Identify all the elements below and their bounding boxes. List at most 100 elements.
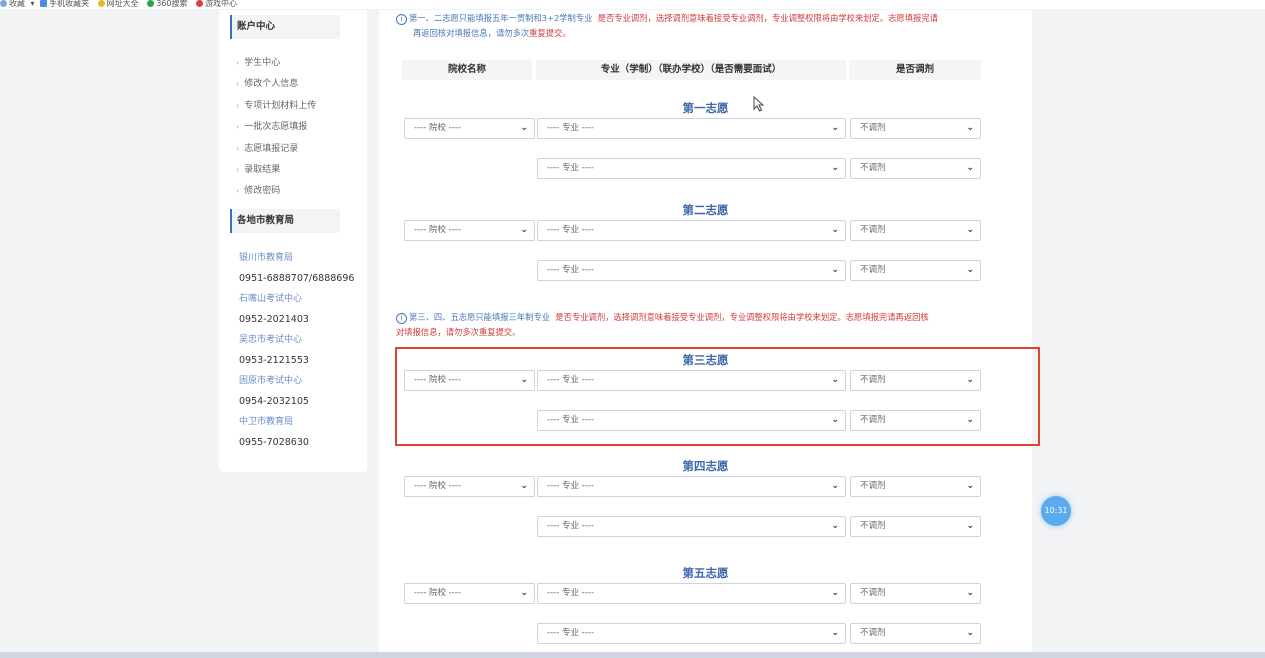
sidebar: 账户中心 › 学生中心 › 修改个人信息 › 专项计划材料上传 › 一批次志愿填报 › 志… (219, 10, 367, 472)
chevron-down-icon: ⌄ (966, 225, 974, 235)
school-select[interactable]: ---- 院校 ---- ⌄ (404, 220, 535, 241)
school-select[interactable]: ---- 院校 ---- ⌄ (404, 583, 535, 604)
school-select[interactable]: ---- 院校 ---- ⌄ (404, 476, 535, 497)
header-adjust: 是否调剂 (849, 60, 981, 80)
account-center-heading: 账户中心 (230, 15, 340, 39)
chevron-down-icon: ⌄ (831, 628, 839, 638)
chevron-right-icon: › (236, 122, 240, 132)
select-value: 不调剂 (860, 521, 886, 531)
contact-name: 中卫市教育局 (239, 417, 294, 427)
contact-name: 银川市教育局 (239, 253, 294, 263)
adjust-select[interactable]: 不调剂 ⌄ (850, 583, 981, 604)
phone-icon (40, 0, 48, 7)
select-value: ---- 专业 ---- (547, 123, 594, 133)
chevron-down-icon: ⌄ (966, 521, 974, 531)
menu-item-application-records[interactable]: › 志愿填报记录 (236, 138, 316, 159)
bookmark-search[interactable]: 360搜索 (147, 0, 190, 8)
chevron-down-icon: ⌄ (966, 265, 974, 275)
contact-phone: 0951-6888707/6888696 (239, 272, 355, 284)
select-value: 不调剂 (860, 163, 886, 173)
chevron-right-icon: › (236, 58, 240, 67)
major-select[interactable]: ---- 专业 ---- ⌄ (537, 623, 846, 644)
select-value: 不调剂 (860, 481, 886, 491)
chevron-down-icon: ⌄ (966, 628, 974, 638)
header-school: 院校名称 (402, 60, 532, 80)
choice-group-title: 第五志愿 (682, 566, 729, 580)
select-value: 不调剂 (860, 628, 886, 638)
adjust-select[interactable]: 不调剂 ⌄ (850, 516, 981, 537)
notice-third-fifth: i 第三、四、五志愿只能填报三年制专业 是否专业调剂，选择调剂意味着接受专业调剂，… (396, 312, 929, 337)
star-icon (0, 0, 7, 7)
select-value: ---- 专业 ---- (547, 225, 594, 235)
select-value: ---- 专业 ---- (547, 628, 594, 638)
timer-badge[interactable]: 10:31 (1041, 496, 1071, 526)
bookmark-favorites[interactable]: 收藏 ▾ (0, 0, 35, 8)
chevron-right-icon: › (236, 164, 240, 174)
select-value: ---- 专业 ---- (547, 163, 594, 173)
select-value: 不调剂 (860, 588, 886, 598)
major-select[interactable]: ---- 专业 ---- ⌄ (537, 583, 846, 604)
chevron-right-icon: › (236, 186, 240, 196)
highlight-third-choice (395, 347, 1040, 446)
adjust-select[interactable]: 不调剂 ⌄ (850, 220, 981, 241)
chevron-right-icon: › (236, 143, 240, 153)
menu-item-student-center[interactable]: › 学生中心 (236, 52, 316, 73)
bookmark-mobile[interactable]: 手机收藏夹 (40, 0, 92, 8)
adjust-select[interactable]: 不调剂 ⌄ (850, 158, 981, 179)
window-bottom-bar (0, 652, 1265, 658)
select-value: ---- 专业 ---- (547, 481, 594, 491)
search-icon (147, 0, 155, 7)
menu-item-upload-materials[interactable]: › 专项计划材料上传 (236, 95, 316, 116)
adjust-select[interactable]: 不调剂 ⌄ (850, 476, 981, 497)
major-select[interactable]: ---- 专业 ---- ⌄ (537, 260, 846, 281)
adjust-select[interactable]: 不调剂 ⌄ (850, 260, 981, 281)
info-icon: i (396, 313, 407, 324)
menu-item-batch-application[interactable]: › 一批次志愿填报 (236, 116, 316, 137)
choice-group-title: 第一志愿 (682, 101, 729, 115)
bookmark-games[interactable]: 游戏中心 (196, 0, 240, 8)
select-value: ---- 专业 ---- (547, 265, 594, 275)
chevron-down-icon: ⌄ (966, 481, 974, 491)
chevron-down-icon: ⌄ (831, 521, 839, 531)
chevron-down-icon: ⌄ (966, 588, 974, 598)
major-select[interactable]: ---- 专业 ---- ⌄ (537, 220, 846, 241)
select-value: ---- 院校 ---- (414, 123, 461, 133)
contact-list: 银川市教育局 0951-6888707/6888696 石嘴山考试中心 0952… (239, 248, 354, 453)
major-select[interactable]: ---- 专业 ---- ⌄ (537, 476, 846, 497)
chevron-down-icon: ⌄ (831, 588, 839, 598)
contact-phone: 0955-7028630 (239, 436, 309, 448)
chevron-right-icon: › (236, 100, 240, 110)
bookmarks-bar: 收藏 ▾ 手机收藏夹 网址大全 360搜索 游戏中心 (0, 0, 1265, 9)
major-select[interactable]: ---- 专业 ---- ⌄ (537, 118, 846, 139)
info-icon: i (396, 14, 407, 25)
chevron-down-icon: ⌄ (831, 163, 839, 173)
chevron-down-icon: ⌄ (520, 588, 528, 598)
major-select[interactable]: ---- 专业 ---- ⌄ (537, 158, 846, 179)
account-menu: › 学生中心 › 修改个人信息 › 专项计划材料上传 › 一批次志愿填报 › 志愿填报记录… (236, 52, 316, 202)
chevron-down-icon: ⌄ (520, 225, 528, 235)
adjust-select[interactable]: 不调剂 ⌄ (850, 623, 981, 644)
chevron-right-icon: › (236, 79, 240, 89)
contact-phone: 0952-2021403 (239, 313, 309, 325)
contact-name: 石嘴山考试中心 (239, 294, 303, 304)
education-bureau-heading: 各地市教育局 (230, 209, 340, 233)
chevron-down-icon: ⌄ (966, 123, 974, 133)
menu-item-change-password[interactable]: › 修改密码 (236, 180, 316, 201)
chevron-down-icon: ⌄ (831, 225, 839, 235)
adjust-select[interactable]: 不调剂 ⌄ (850, 118, 981, 139)
menu-item-admission-results[interactable]: › 录取结果 (236, 159, 316, 180)
bookmark-sites[interactable]: 网址大全 (97, 0, 142, 8)
major-select[interactable]: ---- 专业 ---- ⌄ (537, 516, 846, 537)
select-value: 不调剂 (860, 265, 886, 275)
choice-group-title: 第二志愿 (682, 203, 729, 217)
chevron-down-icon: ⌄ (966, 163, 974, 173)
contact-phone: 0954-2032105 (239, 395, 309, 407)
application-form: i 第一、二志愿只能填报五年一贯制和3+2学制专业 是否专业调剂，选择调剂意味着接… (379, 10, 1040, 658)
contact-name: 吴忠市考试中心 (239, 335, 303, 345)
chevron-down-icon: ⌄ (831, 123, 839, 133)
menu-item-edit-profile[interactable]: › 修改个人信息 (236, 73, 316, 94)
school-select[interactable]: ---- 院校 ---- ⌄ (404, 118, 535, 139)
select-value: 不调剂 (860, 225, 886, 235)
mouse-cursor-icon (753, 96, 765, 112)
chevron-down-icon: ⌄ (520, 481, 528, 491)
